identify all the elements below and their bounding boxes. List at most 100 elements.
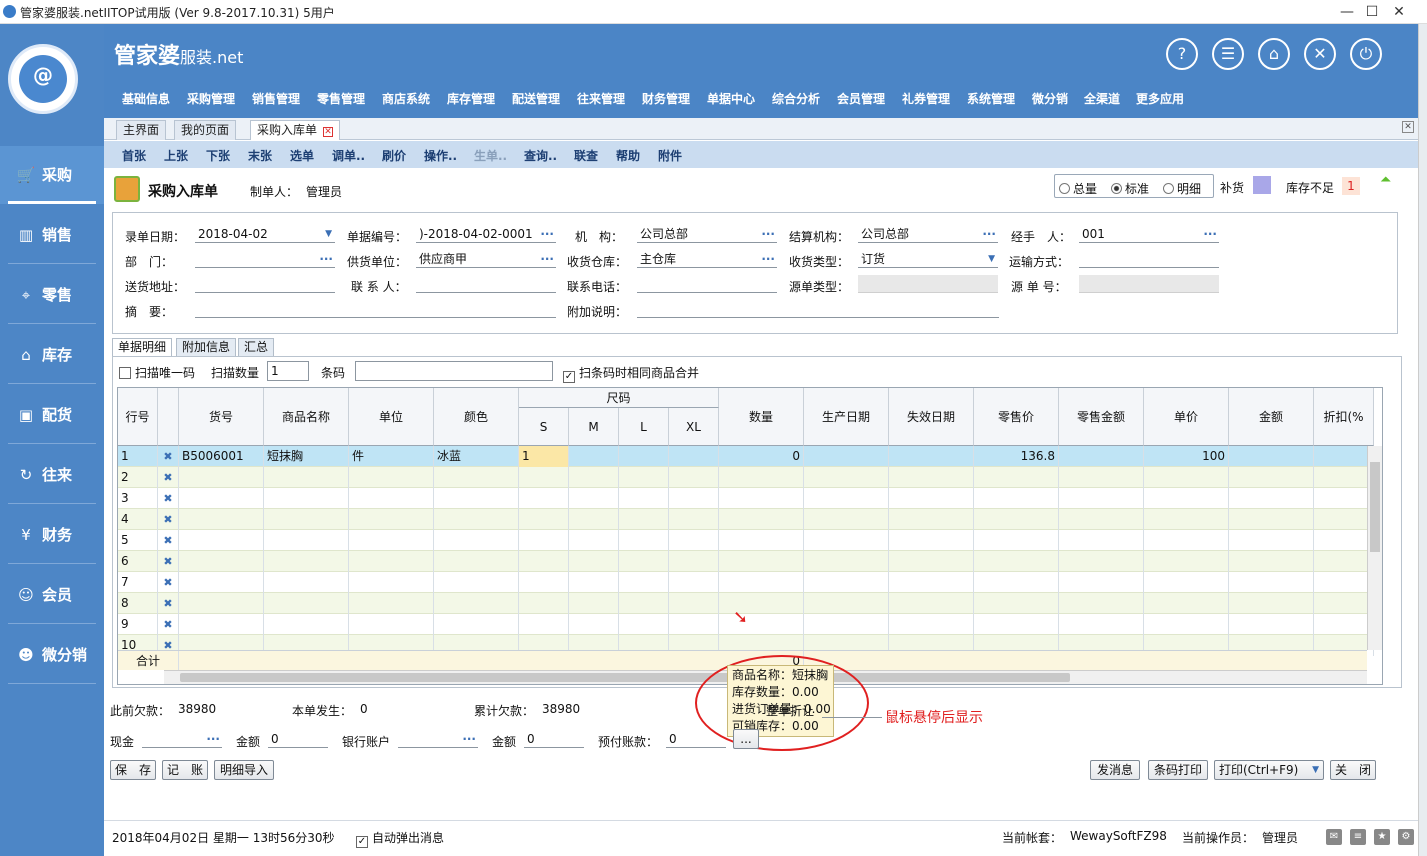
cell-code[interactable] — [179, 467, 264, 488]
cell-s[interactable] — [519, 614, 569, 635]
menu-item-13[interactable]: 系统管理 — [967, 90, 1015, 107]
toolbar-item-8[interactable]: 生单.. — [474, 147, 507, 164]
cell-m[interactable] — [569, 551, 619, 572]
more-button[interactable]: ... — [733, 729, 759, 749]
cell-color[interactable] — [434, 572, 519, 593]
cell-retail_amt[interactable] — [1059, 614, 1144, 635]
toolbar-item-2[interactable]: 下张 — [206, 147, 230, 164]
print-button[interactable]: 打印(Ctrl+F9) ▼ — [1214, 760, 1324, 780]
cell-retail[interactable] — [974, 530, 1059, 551]
cell-amount[interactable] — [1229, 509, 1314, 530]
cell-unit[interactable] — [349, 488, 434, 509]
cell-xl[interactable] — [669, 572, 719, 593]
close-all-tabs-icon[interactable]: ✕ — [1402, 121, 1414, 133]
col-header-row[interactable]: 行号 — [118, 388, 158, 446]
col-header-size[interactable]: 尺码 — [519, 388, 719, 408]
cash-field[interactable]: ··· — [142, 730, 222, 748]
cell-s[interactable] — [519, 488, 569, 509]
sidebar-item-3[interactable]: ⌂ 库存 — [0, 326, 104, 384]
menu-item-4[interactable]: 商店系统 — [382, 90, 430, 107]
cell-color[interactable] — [434, 614, 519, 635]
menu-item-2[interactable]: 销售管理 — [252, 90, 300, 107]
toolbar-item-5[interactable]: 调单.. — [332, 147, 365, 164]
cell-code[interactable] — [179, 572, 264, 593]
cell-name[interactable] — [264, 530, 349, 551]
cell-discount[interactable] — [1314, 614, 1374, 635]
cell-mfg[interactable] — [804, 530, 889, 551]
cell-discount[interactable] — [1314, 530, 1374, 551]
cell-mfg[interactable] — [804, 509, 889, 530]
ellipsis-icon[interactable]: ··· — [761, 250, 775, 267]
ellipsis-icon[interactable]: ··· — [540, 250, 554, 267]
cell-m[interactable] — [569, 593, 619, 614]
dept-field[interactable]: ··· — [195, 250, 335, 268]
cell-m[interactable] — [569, 530, 619, 551]
radio-standard[interactable]: 标准 — [1111, 180, 1149, 197]
star-icon[interactable]: ★ — [1374, 829, 1390, 845]
cell-code[interactable] — [179, 509, 264, 530]
cell-name[interactable] — [264, 593, 349, 614]
cell-row[interactable]: 6 — [118, 551, 158, 572]
cell-retail_amt[interactable] — [1059, 593, 1144, 614]
col-header-mfg[interactable]: 生产日期 — [804, 388, 889, 446]
cell-xl[interactable] — [669, 530, 719, 551]
cell-xl[interactable] — [669, 593, 719, 614]
phone-field[interactable] — [637, 275, 777, 293]
cell-s[interactable] — [519, 572, 569, 593]
warehouse-field[interactable]: 主仓库 ··· — [637, 250, 777, 268]
cell-row[interactable]: 4 — [118, 509, 158, 530]
cell-mfg[interactable] — [804, 614, 889, 635]
cell-retail[interactable]: 136.8 — [974, 446, 1059, 467]
cell-retail_amt[interactable] — [1059, 551, 1144, 572]
menu-item-11[interactable]: 会员管理 — [837, 90, 885, 107]
cell-m[interactable] — [569, 509, 619, 530]
cell-mfg[interactable] — [804, 551, 889, 572]
cell-row[interactable]: 9 — [118, 614, 158, 635]
cell-qty[interactable]: 0 — [719, 446, 804, 467]
cell-s[interactable] — [519, 530, 569, 551]
cell-xl[interactable] — [669, 446, 719, 467]
power-icon[interactable]: ⏻ — [1350, 38, 1382, 70]
cell-price[interactable]: 100 — [1144, 446, 1229, 467]
radio-total[interactable]: 总量 — [1059, 180, 1097, 197]
help-icon[interactable]: ? — [1166, 38, 1198, 70]
delete-row-icon[interactable]: ✖ — [158, 614, 179, 635]
cell-name[interactable]: 短抹胸 — [264, 446, 349, 467]
cell-price[interactable] — [1144, 488, 1229, 509]
cell-name[interactable] — [264, 551, 349, 572]
col-header-exp[interactable]: 失效日期 — [889, 388, 974, 446]
cell-discount[interactable] — [1314, 572, 1374, 593]
col-header-color[interactable]: 颜色 — [434, 388, 519, 446]
cell-price[interactable] — [1144, 572, 1229, 593]
col-header-price[interactable]: 单价 — [1144, 388, 1229, 446]
col-header-amount[interactable]: 金额 — [1229, 388, 1314, 446]
col-header-discount[interactable]: 折扣(% — [1314, 388, 1374, 446]
cell-color[interactable] — [434, 551, 519, 572]
cell-qty[interactable] — [719, 488, 804, 509]
maximize-button[interactable]: ☐ — [1359, 2, 1385, 22]
menu-item-10[interactable]: 综合分析 — [772, 90, 820, 107]
cell-xl[interactable] — [669, 551, 719, 572]
table-row[interactable]: 4 ✖ — [118, 509, 1374, 530]
cell-row[interactable]: 8 — [118, 593, 158, 614]
cell-price[interactable] — [1144, 593, 1229, 614]
col-header-retail_amt[interactable]: 零售金额 — [1059, 388, 1144, 446]
cell-color[interactable] — [434, 593, 519, 614]
prepay-input[interactable]: 0 — [666, 730, 726, 748]
cell-qty[interactable] — [719, 572, 804, 593]
bank-field[interactable]: ··· — [398, 730, 478, 748]
cell-exp[interactable] — [889, 488, 974, 509]
subtab-summary[interactable]: 汇总 — [238, 338, 275, 357]
date-field[interactable]: 2018-04-02 ▼ — [195, 225, 335, 243]
sidebar-item-4[interactable]: ▣ 配货 — [0, 386, 104, 444]
cell-row[interactable]: 3 — [118, 488, 158, 509]
cell-l[interactable] — [619, 551, 669, 572]
table-row[interactable]: 6 ✖ — [118, 551, 1374, 572]
cell-price[interactable] — [1144, 614, 1229, 635]
supplier-field[interactable]: 供应商甲 ··· — [416, 250, 556, 268]
save-button[interactable]: 保 存 — [110, 760, 156, 780]
amount2-input[interactable]: 0 — [524, 730, 584, 748]
toolbar-item-6[interactable]: 刷价 — [382, 147, 406, 164]
minimize-button[interactable]: — — [1334, 2, 1360, 22]
cell-exp[interactable] — [889, 467, 974, 488]
